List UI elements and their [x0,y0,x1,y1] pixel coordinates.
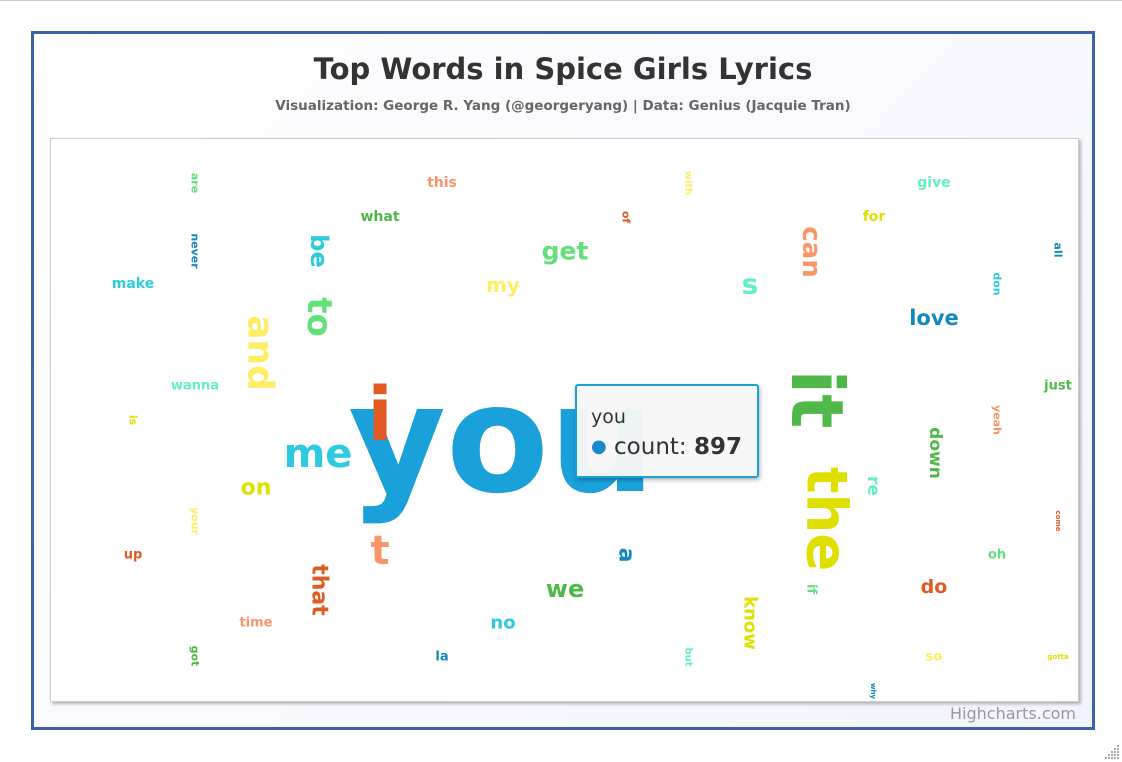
word-is[interactable]: is [127,415,140,426]
tooltip-series-dot: ● [591,436,607,457]
word-what[interactable]: what [360,209,399,225]
word-time[interactable]: time [239,616,272,631]
word-oh[interactable]: oh [988,548,1006,563]
word-gotta[interactable]: gotta [1047,653,1069,661]
word-your[interactable]: your [189,507,202,536]
word-get[interactable]: get [542,237,589,266]
word-no[interactable]: no [490,613,515,634]
word-are[interactable]: are [189,173,202,193]
tooltip-word: you [591,406,626,428]
word-me[interactable]: me [284,431,353,477]
wordcloud-svg: you it the imeand to be can get s t that we know on lo… [112,171,1072,700]
word-just[interactable]: just [1043,379,1072,394]
resize-grip-icon[interactable] [1102,742,1120,760]
tooltip-label: count: [614,434,687,460]
word-i[interactable]: i [367,372,392,458]
word-re[interactable]: re [863,476,883,496]
chart-title: Top Words in Spice Girls Lyrics [313,52,813,86]
word-why[interactable]: why [869,683,877,699]
word-the[interactable]: the [794,467,859,572]
word-with[interactable]: with [683,171,694,196]
word-s[interactable]: s [742,268,759,301]
word-all[interactable]: all [1052,243,1065,258]
word-a[interactable]: a [614,548,639,563]
word-got[interactable]: got [189,646,202,667]
word-that[interactable]: that [307,564,332,616]
word-make[interactable]: make [112,276,154,292]
word-but[interactable]: but [683,647,694,666]
word-t[interactable]: t [370,528,389,574]
word-can[interactable]: can [796,226,826,277]
word-la[interactable]: la [435,650,448,665]
word-my[interactable]: my [486,273,520,297]
word-and[interactable]: and [240,315,281,391]
wordcloud-plot-area: you it the i me and to be can get s t that we know on lo… [50,138,1079,702]
highcharts-credits-link[interactable]: Highcharts.com [950,704,1076,723]
word-never[interactable]: never [189,233,202,269]
word-up[interactable]: up [124,548,143,563]
word-this[interactable]: this [427,175,457,191]
page-top-rule [0,0,1122,1]
word-be[interactable]: be [305,234,333,267]
word-give[interactable]: give [917,175,950,191]
chart-subtitle: Visualization: George R. Yang (@georgery… [275,98,851,114]
word-come[interactable]: come [1054,511,1062,532]
word-yeah[interactable]: yeah [991,405,1004,435]
word-on[interactable]: on [241,476,272,501]
tooltip-value: 897 [693,434,742,460]
word-we[interactable]: we [546,575,584,603]
word-don[interactable]: don [991,272,1004,295]
tooltip-row: ● count: 897 [591,434,742,460]
word-for[interactable]: for [863,209,886,225]
word-if[interactable]: if [804,584,819,594]
word-love[interactable]: love [909,306,959,330]
chart-container: Top Words in Spice Girls Lyrics Visualiz… [31,31,1095,730]
word-know[interactable]: know [740,596,761,650]
word-down[interactable]: down [925,427,945,479]
word-tooltip: you ● count: 897 [575,384,759,478]
word-so[interactable]: so [926,650,943,665]
word-to[interactable]: to [299,297,339,337]
word-of[interactable]: of [620,211,633,224]
word-it[interactable]: it [775,369,859,428]
word-do[interactable]: do [921,576,948,598]
word-wanna[interactable]: wanna [171,379,219,394]
